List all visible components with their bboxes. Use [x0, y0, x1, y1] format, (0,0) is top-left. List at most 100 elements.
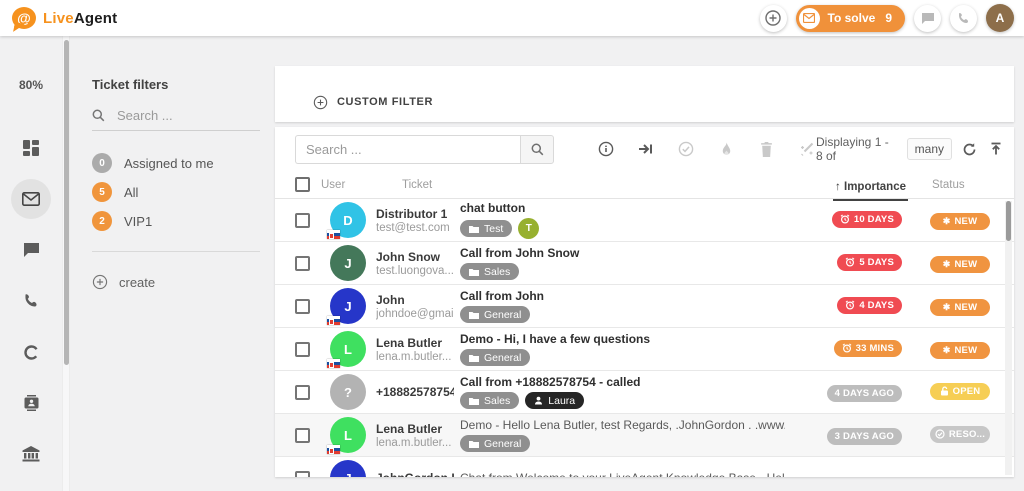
department-tag[interactable]: General — [460, 435, 530, 452]
sort-arrow-icon: ↑ — [835, 181, 841, 193]
table-row[interactable]: J John johndoe@gmai... Call from John Ge… — [275, 285, 1014, 328]
scrollbar-thumb[interactable] — [64, 40, 69, 365]
column-header-ticket[interactable]: Ticket — [402, 179, 793, 191]
importance-badge: 4 DAYS — [837, 297, 902, 314]
column-header-importance[interactable]: ↑ Importance — [833, 176, 908, 201]
liveagent-logo: @ LiveAgent — [12, 7, 117, 29]
scrollbar-thumb[interactable] — [1006, 201, 1011, 241]
sidebar-item-loop[interactable] — [11, 332, 51, 372]
sidebar-scrollbar[interactable] — [62, 36, 70, 491]
sidebar-item-dashboard[interactable] — [11, 128, 51, 168]
user-name: Lena Butler — [376, 336, 454, 350]
avatar: L — [330, 417, 366, 453]
row-checkbox[interactable] — [295, 213, 310, 228]
custom-filter-button[interactable]: CUSTOM FILTER — [313, 95, 433, 110]
status-badge[interactable]: OPEN — [930, 383, 990, 400]
plus-circle-icon — [313, 95, 328, 110]
new-status-icon: ✱ — [943, 217, 951, 226]
table-toolbar: Displaying 1 - 8 of many — [275, 127, 1014, 171]
ticket-search-input[interactable] — [295, 135, 520, 164]
to-solve-button[interactable]: To solve 9 — [796, 5, 905, 32]
status-badge[interactable]: ✱ NEW — [930, 299, 990, 316]
alarm-clock-icon — [845, 257, 855, 267]
avatar: D — [330, 202, 366, 238]
refresh-button[interactable] — [961, 139, 978, 159]
row-checkbox[interactable] — [295, 299, 310, 314]
actions-button[interactable] — [796, 139, 816, 159]
to-solve-count: 9 — [885, 11, 892, 25]
filters-search-input[interactable] — [117, 108, 237, 123]
chat-bubble-icon — [921, 12, 935, 25]
table-row[interactable]: J John Snow test.luongova... Call from J… — [275, 242, 1014, 285]
filter-label: VIP1 — [124, 214, 152, 229]
filters-search[interactable] — [92, 108, 260, 131]
ticket-search-button[interactable] — [520, 135, 554, 164]
tickets-envelope-icon — [22, 192, 40, 206]
check-circle-icon — [935, 429, 945, 439]
info-button[interactable] — [596, 139, 616, 159]
row-checkbox[interactable] — [295, 471, 310, 478]
table-row[interactable]: L Lena Butler lena.m.butler... Demo - He… — [275, 414, 1014, 457]
check-circle-icon — [678, 141, 694, 157]
filter-item-vip1[interactable]: 2 VIP1 — [92, 211, 275, 231]
sidebar-item-billing[interactable] — [11, 434, 51, 474]
department-tag[interactable]: General — [460, 306, 530, 323]
status-badge[interactable]: ✱ NEW — [930, 256, 990, 273]
status-badge[interactable]: ✱ NEW — [930, 342, 990, 359]
department-tag[interactable]: Test — [460, 220, 512, 237]
calls-button[interactable] — [950, 5, 977, 32]
department-tag[interactable]: General — [460, 349, 530, 366]
filter-count-badge: 0 — [92, 153, 112, 173]
tag-badge[interactable]: T — [518, 218, 539, 239]
spam-button[interactable] — [716, 139, 736, 159]
chats-button[interactable] — [914, 5, 941, 32]
resolve-button[interactable] — [676, 139, 696, 159]
ticket-title: Demo - Hi, I have a few questions — [460, 332, 785, 346]
info-icon — [598, 141, 614, 157]
alarm-clock-icon — [845, 300, 855, 310]
scroll-top-button[interactable] — [987, 139, 1004, 159]
zoom-level: 80% — [19, 78, 43, 92]
search-icon — [531, 143, 544, 156]
add-button[interactable] — [760, 5, 787, 32]
table-scrollbar[interactable] — [1005, 201, 1012, 475]
department-tag[interactable]: Sales — [460, 263, 519, 280]
user-name: Lena Butler — [376, 422, 454, 436]
row-checkbox[interactable] — [295, 342, 310, 357]
row-checkbox[interactable] — [295, 385, 310, 400]
new-status-icon: ✱ — [943, 346, 951, 355]
sidebar-item-chats[interactable] — [11, 230, 51, 270]
delete-button[interactable] — [756, 139, 776, 159]
table-row[interactable]: L Lena Butler lena.m.butler... Demo - Hi… — [275, 328, 1014, 371]
column-header-status[interactable]: Status — [918, 179, 1014, 191]
user-email: lena.m.butler... — [376, 437, 454, 449]
page-size-dropdown[interactable]: many — [907, 138, 952, 160]
trash-icon — [760, 142, 773, 157]
row-checkbox[interactable] — [295, 428, 310, 443]
transfer-button[interactable] — [636, 139, 656, 159]
user-avatar[interactable]: A — [986, 4, 1014, 32]
filter-item-all[interactable]: 5 All — [92, 182, 275, 202]
sidebar-item-contacts[interactable] — [11, 383, 51, 423]
create-filter-button[interactable]: create — [92, 274, 275, 290]
ticket-title: Chat from Welcome to your LiveAgent Know… — [460, 471, 785, 477]
row-checkbox[interactable] — [295, 256, 310, 271]
agent-tag[interactable]: Laura — [525, 392, 584, 409]
ticket-table-card: Displaying 1 - 8 of many — [275, 127, 1014, 477]
status-badge[interactable]: ✱ NEW — [930, 213, 990, 230]
folder-icon — [469, 397, 479, 405]
department-tag[interactable]: Sales — [460, 392, 519, 409]
select-all-checkbox[interactable] — [295, 177, 310, 192]
status-badge[interactable]: RESO... — [930, 426, 990, 443]
table-header: User Ticket ↑ Importance Status — [275, 171, 1014, 199]
sidebar-item-tickets[interactable] — [11, 179, 51, 219]
sidebar-item-calls[interactable] — [11, 281, 51, 321]
ticket-title: Call from John — [460, 289, 785, 303]
user-email: test.luongova... — [376, 265, 454, 277]
table-row[interactable]: J JohnGordon H... Chat from Welcome to y… — [275, 457, 1014, 477]
filter-item-assigned-to-me[interactable]: 0 Assigned to me — [92, 153, 275, 173]
top-bar: @ LiveAgent To solve 9 — [0, 0, 1024, 36]
table-row[interactable]: ? +18882578754 Call from +18882578754 - … — [275, 371, 1014, 414]
ticket-title: chat button — [460, 201, 785, 215]
table-row[interactable]: D Distributor 1 test@test.com chat butto… — [275, 199, 1014, 242]
